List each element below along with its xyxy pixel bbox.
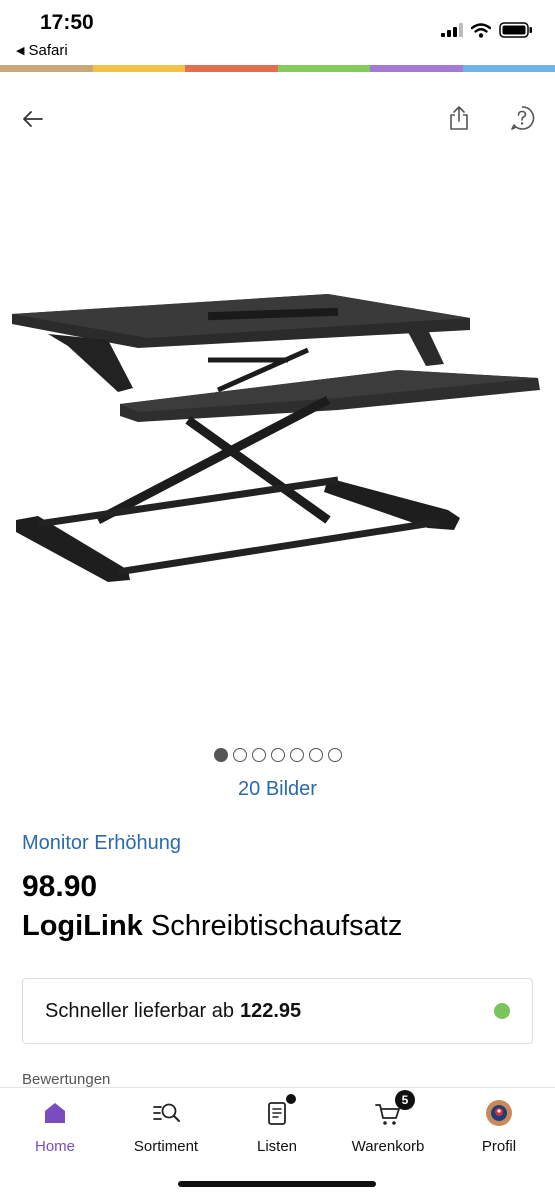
nav-listen-label: Listen [256,1138,298,1155]
help-icon [511,106,535,130]
product-price: 98.90 [22,870,98,903]
back-button[interactable] [18,104,48,134]
stripe-segment [92,65,185,72]
product-brand[interactable]: LogiLink [22,910,143,942]
top-bar [0,96,555,142]
nav-listen[interactable]: Listen [222,1094,332,1155]
nav-home-label: Home [34,1138,75,1155]
product-title: LogiLink Schreibtischaufsatz [22,910,402,943]
nav-sortiment-label: Sortiment [133,1138,199,1155]
product-image[interactable] [8,280,548,600]
cart-icon: 5 [373,1090,415,1128]
home-indicator [178,1181,376,1187]
share-icon [450,106,468,130]
gallery-dot-active[interactable] [213,748,228,762]
nav-warenkorb-label: Warenkorb [351,1138,425,1155]
gallery-dots[interactable] [0,748,555,762]
home-icon [40,1098,70,1128]
nav-profil-label: Profil [481,1138,517,1155]
reviews-heading: Bewertungen [22,1071,111,1088]
gallery-dot[interactable] [308,748,323,762]
stripe-segment [370,65,463,72]
nav-profil[interactable]: Profil [444,1098,554,1155]
gallery-dot[interactable] [251,748,266,762]
nav-sortiment[interactable]: Sortiment [111,1098,221,1155]
list-icon [262,1094,296,1128]
catalog-search-icon [151,1098,181,1128]
delivery-label: Schneller lieferbar ab [45,999,234,1022]
share-button[interactable] [444,103,474,133]
status-bar: 17:50 ◀ Safari [0,0,555,64]
stripe-segment [0,65,93,72]
faster-delivery-option[interactable]: Schneller lieferbar ab 122.95 [22,978,533,1044]
battery-icon [499,22,532,38]
stripe-segment [185,65,278,72]
stripe-segment [277,65,370,72]
back-to-safari[interactable]: ◀ Safari [16,42,68,59]
avatar-icon [484,1098,514,1128]
gallery-dot[interactable] [289,748,304,762]
gallery-dot[interactable] [327,748,342,762]
back-app-label: Safari [28,42,68,59]
help-button[interactable] [507,103,537,133]
status-icons [441,22,533,38]
category-link[interactable]: Monitor Erhöhung [22,832,181,855]
cart-count-badge: 5 [395,1090,415,1110]
nav-warenkorb[interactable]: 5 Warenkorb [333,1090,443,1155]
lists-notification-dot [286,1094,296,1104]
all-images-link[interactable]: 20 Bilder [0,778,555,801]
delivery-price: 122.95 [240,999,302,1022]
delivery-text: Schneller lieferbar ab 122.95 [45,1000,301,1023]
standing-desk-converter-illustration [12,294,540,582]
gallery-dot[interactable] [270,748,285,762]
brand-color-stripe [0,65,555,72]
nav-home[interactable]: Home [0,1098,110,1155]
arrow-left-icon [23,111,43,127]
gallery-dot[interactable] [232,748,247,762]
signal-icon [441,23,463,37]
availability-status-dot [494,1003,510,1019]
stripe-segment [462,65,555,72]
product-name: Schreibtischaufsatz [150,910,403,942]
back-triangle-icon: ◀ [16,45,25,57]
status-time: 17:50 [40,11,94,34]
wifi-icon [471,22,491,38]
